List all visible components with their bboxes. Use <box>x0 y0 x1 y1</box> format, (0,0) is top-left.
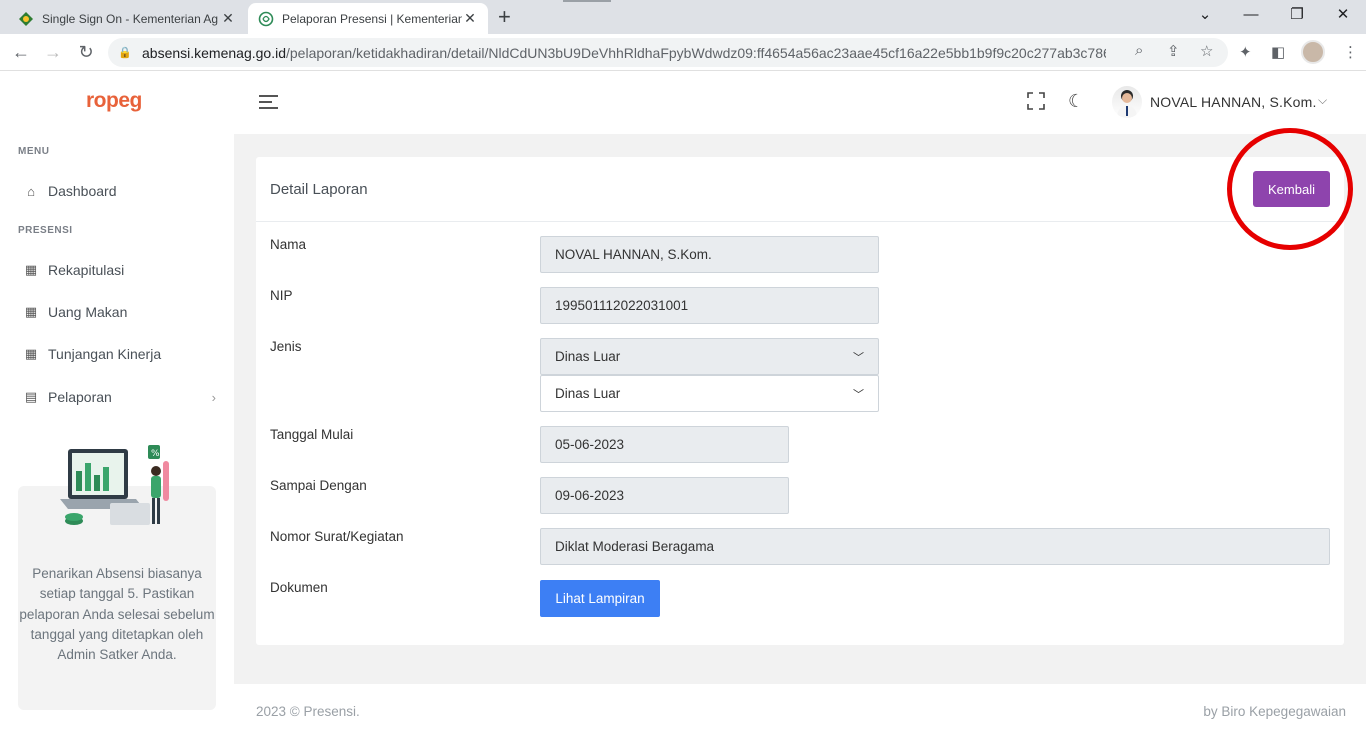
dokumen-label: Dokumen <box>270 580 328 595</box>
restore-icon[interactable]: ❐ <box>1274 4 1320 26</box>
sidebar-item-label: Dashboard <box>48 183 117 199</box>
jenis-select-value: Dinas Luar <box>555 386 621 401</box>
fullscreen-icon[interactable] <box>1027 92 1045 110</box>
jenis-label: Jenis <box>270 339 302 354</box>
menu-section-title: MENU <box>18 146 50 157</box>
user-name[interactable]: NOVAL HANNAN, S.Kom. <box>1150 94 1317 110</box>
main-content: ☾ NOVAL HANNAN, S.Kom. ⌵ Detail Laporan … <box>234 71 1366 737</box>
sidebar: ropeg MENU ⌂ Dashboard PRESENSI ▦ Rekapi… <box>0 71 234 737</box>
avatar[interactable] <box>1112 86 1142 118</box>
tanggal-mulai-field[interactable]: 05-06-2023 <box>540 426 789 463</box>
dark-mode-moon-icon[interactable]: ☾ <box>1068 91 1084 112</box>
nomor-surat-field[interactable]: Diklat Moderasi Beragama <box>540 528 1330 565</box>
calendar-icon: ▦ <box>24 346 38 361</box>
presensi-favicon-icon <box>258 11 274 26</box>
bookmark-star-icon[interactable]: ☆ <box>1200 42 1213 60</box>
sidebar-item-label: Pelaporan <box>48 389 112 405</box>
finance-illustration-icon: % <box>60 445 169 525</box>
sidebar-item-label: Rekapitulasi <box>48 262 125 278</box>
minimize-icon[interactable]: — <box>1228 4 1274 26</box>
zoom-icon[interactable]: ⌕ <box>1135 42 1143 59</box>
tab-title: Pelaporan Presensi | Kementerian <box>282 11 462 26</box>
nip-label: NIP <box>270 288 293 303</box>
svg-text:%: % <box>151 449 160 459</box>
card-header: Detail Laporan Kembali <box>256 157 1344 222</box>
nomor-surat-label: Nomor Surat/Kegiatan <box>270 529 404 544</box>
sampai-dengan-field[interactable]: 09-06-2023 <box>540 477 789 514</box>
kemenag-favicon-icon <box>19 11 33 26</box>
footer-copyright: 2023 © Presensi. <box>256 704 360 719</box>
jenis-select-value: Dinas Luar <box>555 349 621 364</box>
close-icon[interactable]: ✕ <box>462 10 478 27</box>
browser-tab-sso[interactable]: Single Sign On - Kementerian Ag ✕ <box>8 3 246 34</box>
footer: 2023 © Presensi. by Biro Kepegegawaian <box>234 684 1366 737</box>
sidebar-item-rekapitulasi[interactable]: ▦ Rekapitulasi <box>18 257 218 283</box>
side-panel-icon[interactable]: ◧ <box>1271 43 1285 61</box>
calendar-icon: ▦ <box>24 262 38 277</box>
url-host: absensi.kemenag.go.id <box>142 44 286 61</box>
chevron-down-icon: ﹀ <box>853 389 864 401</box>
browser-profile-avatar[interactable] <box>1301 40 1325 64</box>
page-title: Detail Laporan <box>270 181 368 198</box>
view-attachment-button[interactable]: Lihat Lampiran <box>540 580 660 617</box>
app-logo[interactable]: ropeg <box>86 89 142 113</box>
address-bar[interactable]: 🔒 absensi.kemenag.go.id/pelaporan/ketida… <box>108 38 1228 67</box>
home-icon: ⌂ <box>27 183 35 199</box>
browser-tab-pelaporan[interactable]: Pelaporan Presensi | Kementerian ✕ <box>248 3 488 34</box>
new-tab-icon[interactable]: + <box>498 5 511 29</box>
reload-icon[interactable]: ↻ <box>74 41 98 65</box>
hamburger-menu-icon[interactable] <box>259 95 278 109</box>
tab-title: Single Sign On - Kementerian Ag <box>42 11 219 26</box>
nama-field[interactable]: NOVAL HANNAN, S.Kom. <box>540 236 879 273</box>
calendar-icon: ▦ <box>24 304 38 319</box>
sidebar-item-uang-makan[interactable]: ▦ Uang Makan <box>18 299 218 325</box>
url-path: /pelaporan/ketidakhadiran/detail/NldCdUN… <box>286 44 1106 61</box>
sidebar-item-pelaporan[interactable]: ▤ Pelaporan › <box>18 384 218 410</box>
nama-label: Nama <box>270 237 307 252</box>
browser-toolbar: ← → ↻ 🔒 absensi.kemenag.go.id/pelaporan/… <box>0 34 1366 71</box>
sidebar-item-tunjangan-kinerja[interactable]: ▦ Tunjangan Kinerja <box>18 341 218 367</box>
window-close-icon[interactable]: ✕ <box>1320 4 1366 26</box>
close-icon[interactable]: ✕ <box>220 10 236 27</box>
info-card-text: Penarikan Absensi biasanya setiap tangga… <box>19 566 215 663</box>
lock-icon: 🔒 <box>118 47 132 59</box>
chevron-right-icon: › <box>211 389 216 405</box>
jenis-select-secondary[interactable]: Dinas Luar ﹀ <box>540 375 879 412</box>
extensions-icon[interactable]: ✦ <box>1239 43 1252 61</box>
presensi-section-title: PRESENSI <box>18 225 73 236</box>
forward-icon[interactable]: → <box>41 41 65 65</box>
sidebar-item-label: Tunjangan Kinerja <box>48 346 162 362</box>
top-navbar: ☾ NOVAL HANNAN, S.Kom. ⌵ <box>234 71 1366 134</box>
annotation-circle <box>1227 128 1353 250</box>
sampai-dengan-label: Sampai Dengan <box>270 478 367 493</box>
detail-card: Detail Laporan Kembali Nama NOVAL HANNAN… <box>256 157 1344 645</box>
sidebar-item-label: Uang Makan <box>48 304 128 320</box>
tab-strip-indicator <box>563 0 611 2</box>
chevron-down-icon[interactable]: ⌄ <box>1182 4 1228 26</box>
sidebar-item-dashboard[interactable]: ⌂ Dashboard <box>18 178 218 204</box>
back-icon[interactable]: ← <box>9 41 33 65</box>
footer-credit: by Biro Kepegegawaian <box>1203 704 1346 719</box>
nip-field[interactable]: 199501112022031001 <box>540 287 879 324</box>
jenis-select[interactable]: Dinas Luar ﹀ <box>540 338 879 375</box>
browser-tab-bar: Single Sign On - Kementerian Ag ✕ Pelapo… <box>0 0 1366 34</box>
more-menu-icon[interactable]: ⋮ <box>1343 43 1358 61</box>
share-icon[interactable]: ⇪ <box>1167 42 1180 60</box>
chevron-down-icon: ﹀ <box>853 352 864 364</box>
chevron-down-icon[interactable]: ⌵ <box>1318 93 1327 108</box>
document-icon: ▤ <box>24 389 38 404</box>
tanggal-mulai-label: Tanggal Mulai <box>270 427 354 442</box>
